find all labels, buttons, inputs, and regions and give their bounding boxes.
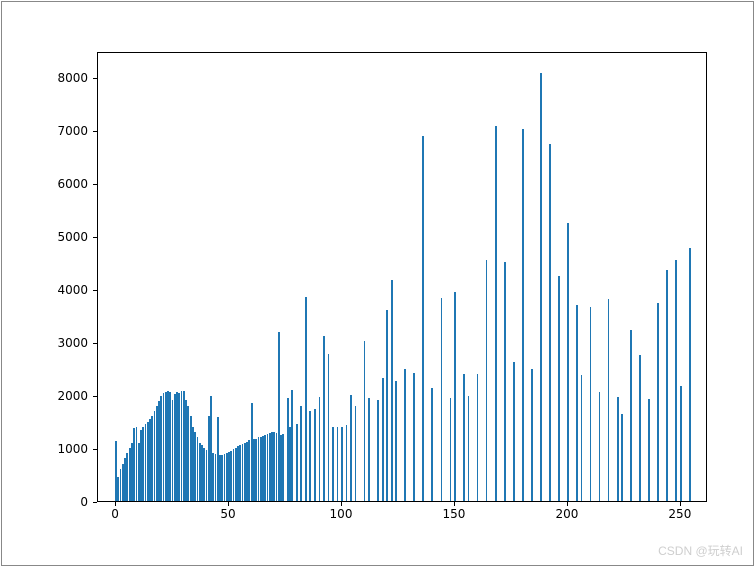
histogram-bar: [558, 276, 560, 501]
chart-frame: 0 50 100 150 200 250 0 1000 2000 3000 4000 5000 600…: [1, 1, 754, 566]
histogram-bar: [323, 336, 325, 501]
x-tick-label: 50: [220, 507, 235, 521]
histogram-bar: [386, 310, 388, 501]
histogram-bar: [666, 270, 668, 501]
y-tick-label: 4000: [38, 283, 88, 297]
histogram-bar: [413, 373, 415, 501]
y-tick-mark: [93, 131, 97, 132]
y-tick-mark: [93, 237, 97, 238]
histogram-bar: [680, 386, 682, 501]
x-tick-label: 250: [668, 507, 691, 521]
histogram-bar: [377, 400, 379, 501]
histogram-bar: [463, 374, 465, 501]
histogram-bar: [337, 427, 339, 501]
histogram-bar: [617, 397, 619, 501]
histogram-bar: [513, 362, 515, 501]
x-tick-label: 0: [111, 507, 119, 521]
y-tick-mark: [93, 290, 97, 291]
y-tick-label: 2000: [38, 389, 88, 403]
histogram-bar: [576, 305, 578, 501]
watermark-text: CSDN @玩转AI: [658, 542, 743, 559]
x-tick-mark: [115, 502, 116, 506]
histogram-bar: [590, 307, 592, 501]
histogram-bar: [341, 427, 343, 501]
y-tick-mark: [93, 184, 97, 185]
histogram-bar: [404, 369, 406, 501]
histogram-bar: [314, 409, 316, 501]
y-tick-label: 1000: [38, 442, 88, 456]
histogram-bar: [350, 395, 352, 501]
histogram-bar: [355, 406, 357, 501]
histogram-bar: [305, 297, 307, 501]
histogram-bar: [300, 406, 302, 501]
histogram-bar: [422, 136, 424, 501]
histogram-bar: [319, 397, 321, 501]
x-tick-label: 150: [443, 507, 466, 521]
histogram-bar: [689, 248, 691, 501]
histogram-bar: [368, 398, 370, 501]
plot-area: [97, 52, 707, 502]
histogram-bar: [486, 260, 488, 501]
histogram-bar: [581, 375, 583, 501]
histogram-bar: [328, 354, 330, 501]
histogram-bar: [431, 388, 433, 501]
histogram-bar: [346, 425, 348, 501]
histogram-bar: [282, 434, 284, 501]
histogram-bar: [549, 144, 551, 501]
histogram-bar: [450, 398, 452, 501]
y-tick-label: 7000: [38, 124, 88, 138]
histogram-bar: [540, 73, 542, 501]
histogram-bar: [296, 424, 298, 501]
y-tick-label: 6000: [38, 177, 88, 191]
histogram-bar: [382, 378, 384, 501]
y-tick-label: 3000: [38, 336, 88, 350]
histogram-bar: [477, 374, 479, 501]
histogram-bar: [531, 369, 533, 501]
histogram-bar: [441, 298, 443, 501]
histogram-bar: [454, 292, 456, 501]
histogram-bar: [599, 392, 601, 501]
histogram-bar: [608, 299, 610, 501]
histogram-bar: [468, 396, 470, 501]
histogram-bar: [504, 262, 506, 501]
histogram-bar: [522, 129, 524, 501]
x-tick-label: 100: [330, 507, 353, 521]
histogram-bar: [657, 303, 659, 501]
histogram-bar: [639, 355, 641, 501]
histogram-bar: [364, 341, 366, 501]
histogram-bar: [630, 330, 632, 501]
histogram-bar: [495, 126, 497, 501]
x-tick-mark: [567, 502, 568, 506]
y-tick-mark: [93, 343, 97, 344]
histogram-bar: [621, 414, 623, 501]
histogram-bar: [291, 390, 293, 501]
y-tick-mark: [93, 502, 97, 503]
histogram-bar: [567, 223, 569, 501]
histogram-bar: [395, 381, 397, 501]
x-tick-label: 200: [555, 507, 578, 521]
y-tick-label: 5000: [38, 230, 88, 244]
y-tick-label: 8000: [38, 71, 88, 85]
y-tick-mark: [93, 396, 97, 397]
histogram-bar: [675, 260, 677, 501]
y-tick-mark: [93, 78, 97, 79]
bars-container: [98, 53, 706, 501]
histogram-bar: [332, 427, 334, 501]
y-tick-mark: [93, 449, 97, 450]
histogram-bar: [648, 399, 650, 501]
histogram-bar: [309, 411, 311, 501]
histogram-bar: [391, 280, 393, 501]
y-tick-label: 0: [38, 495, 88, 509]
x-tick-mark: [341, 502, 342, 506]
x-tick-mark: [680, 502, 681, 506]
x-tick-mark: [228, 502, 229, 506]
x-tick-mark: [454, 502, 455, 506]
